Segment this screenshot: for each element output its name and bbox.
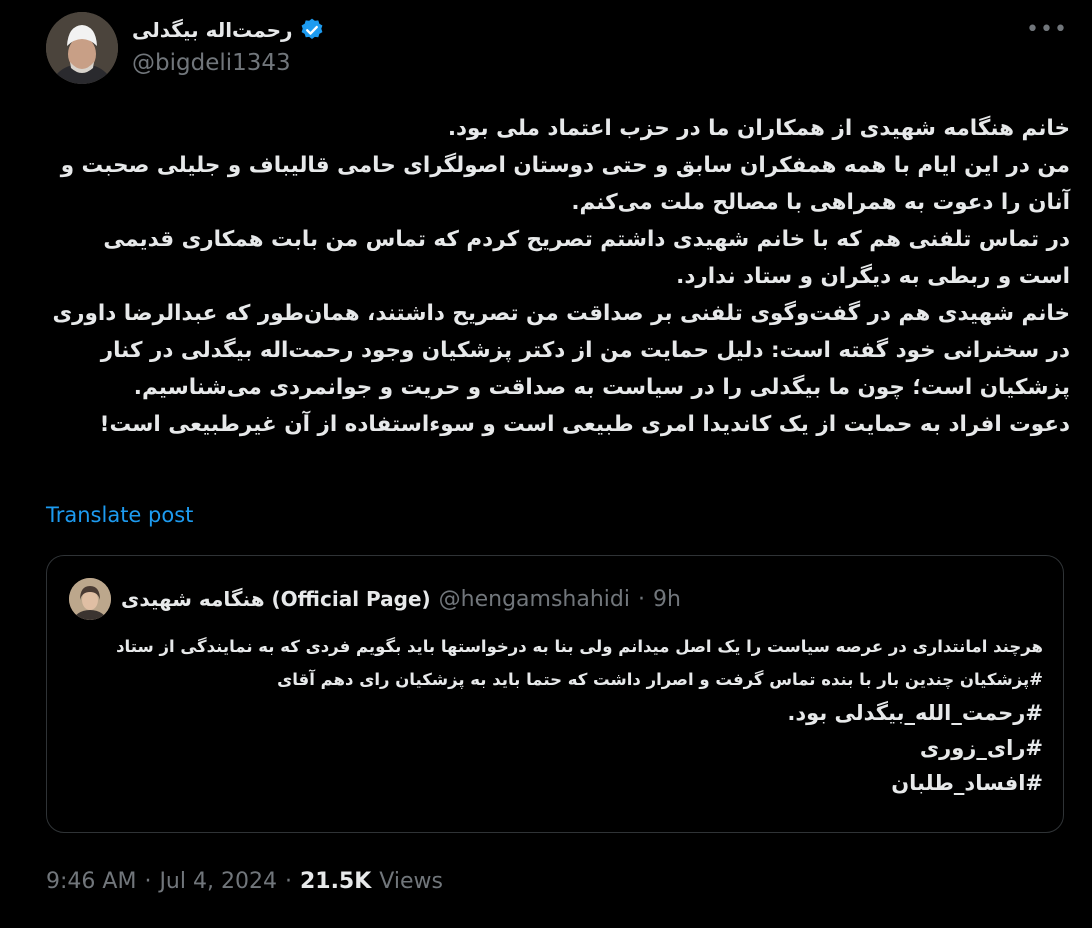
quoted-timestamp[interactable]: 9h (653, 587, 681, 612)
quoted-text: هرچند امانتداری در عرصه سیاست را یک اصل … (69, 630, 1043, 801)
quoted-paragraph: هرچند امانتداری در عرصه سیاست را یک اصل … (116, 637, 1043, 689)
separator-dot: · (284, 868, 292, 894)
separator-dot: · (637, 586, 645, 612)
tweet-paragraph: خانم هنگامه شهیدی از همکاران ما در حزب ا… (447, 116, 1070, 141)
verified-badge-icon[interactable] (299, 17, 325, 43)
tweet-meta: 9:46 AM · Jul 4, 2024 · 21.5K Views (46, 864, 443, 898)
quoted-hashtag-line[interactable]: #افساد_طلبان (69, 766, 1043, 801)
person-avatar-icon (46, 12, 118, 84)
tweet-text: خانم هنگامه شهیدی از همکاران ما در حزب ا… (46, 110, 1070, 443)
quoted-hashtag-line[interactable]: #رحمت_الله_بیگدلی بود. (69, 696, 1043, 731)
tweet-paragraph: دعوت افراد به حمایت از یک کاندیدا امری ط… (99, 412, 1070, 437)
tweet-paragraph: خانم شهیدی هم در گفت‌وگوی تلفنی بر صداقت… (52, 301, 1070, 400)
quoted-header: هنگامه شهیدی (Official Page) @hengamshah… (121, 582, 681, 616)
tweet-paragraph: در تماس تلفنی هم که با خانم شهیدی داشتم … (103, 227, 1070, 289)
author-handle[interactable]: @bigdeli1343 (132, 50, 291, 76)
views-label: Views (379, 868, 443, 894)
author-display-name[interactable]: رحمت‌اله بیگدلی (132, 18, 293, 42)
separator-dot: · (144, 868, 152, 894)
tweet-paragraph: من در این ایام با همه همفکران سابق و حتی… (60, 153, 1070, 215)
quoted-display-name[interactable]: هنگامه شهیدی (Official Page) (121, 587, 431, 611)
quoted-handle[interactable]: @hengamshahidi (439, 587, 630, 612)
quoted-hashtag-line[interactable]: #رای_زوری (69, 731, 1043, 766)
quoted-tweet-card[interactable]: هنگامه شهیدی (Official Page) @hengamshah… (46, 555, 1064, 833)
author-avatar[interactable] (46, 12, 118, 84)
more-options-icon[interactable]: ••• (1026, 16, 1067, 42)
translate-post-link[interactable]: Translate post (46, 503, 193, 527)
post-date[interactable]: Jul 4, 2024 (159, 869, 277, 894)
post-time[interactable]: 9:46 AM (46, 869, 136, 894)
quoted-author-avatar[interactable] (69, 578, 111, 620)
views-count: 21.5K (299, 868, 372, 894)
author-name-row[interactable]: رحمت‌اله بیگدلی (132, 14, 325, 46)
person-avatar-icon (69, 578, 111, 620)
